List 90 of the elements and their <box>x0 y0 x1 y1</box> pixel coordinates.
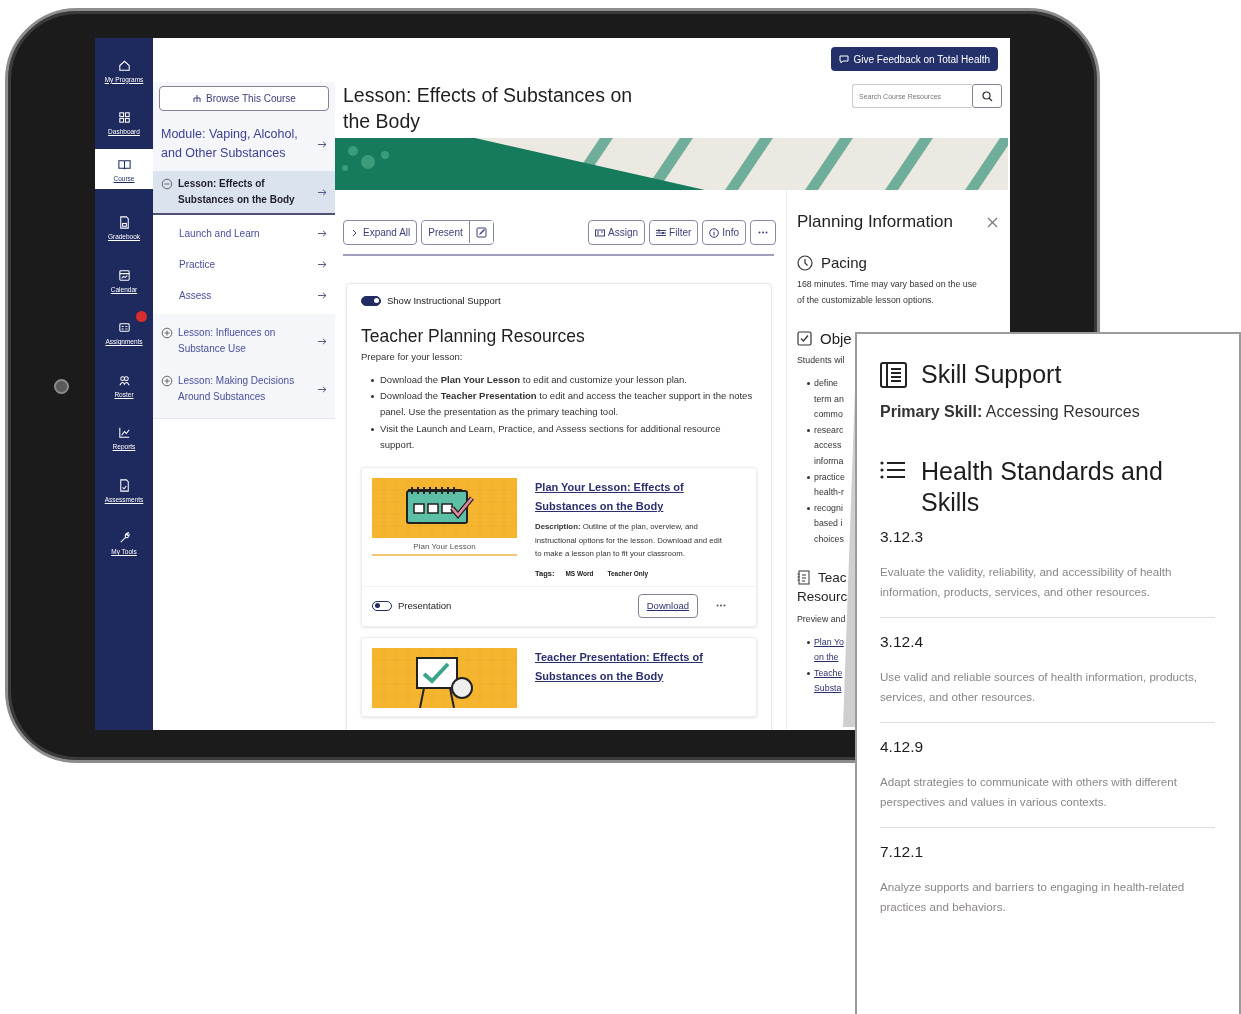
dots-icon <box>716 604 726 607</box>
section-heading: Pacing <box>821 254 867 271</box>
tree-icon <box>192 94 203 103</box>
lesson-item[interactable]: Lesson: Effects of Substances on the Body <box>153 171 335 215</box>
section-heading: Teacher Planning Resources <box>361 326 586 347</box>
toggle-label: Show Instructional Support <box>387 295 501 306</box>
download-button[interactable]: Download <box>637 593 698 618</box>
browse-course-button[interactable]: Browse This Course <box>159 86 329 111</box>
section-link[interactable]: Assess <box>153 280 335 311</box>
callout-heading: Health Standards and Skills <box>921 456 1164 518</box>
toolbar-button[interactable]: Info <box>702 220 746 245</box>
bullet-icon <box>807 506 810 510</box>
standard-code: 3.12.3 <box>880 527 925 546</box>
bullet-icon <box>371 427 374 431</box>
lesson-item[interactable]: Lesson: Making Decisions Around Substances <box>153 368 335 410</box>
intro-text: Prepare for your lesson: <box>361 351 464 362</box>
checkbox-icon <box>797 331 812 346</box>
objective-text: recogni based i choices <box>814 501 844 546</box>
standard-text: Use valid and reliable sources of health information, products, services, and other resources. <box>880 667 1215 723</box>
standard-code: 3.12.4 <box>880 632 925 651</box>
arrow-icon <box>318 140 327 148</box>
search-button[interactable] <box>972 84 1002 108</box>
nav-icon <box>116 425 132 441</box>
standard-code: 7.12.1 <box>880 842 925 861</box>
arrow-icon <box>318 188 327 196</box>
close-icon[interactable] <box>987 216 998 228</box>
notebook-icon <box>797 569 810 585</box>
toggle-label: Presentation <box>398 600 452 611</box>
panel-title: Planning Information <box>797 212 953 232</box>
panel-icon <box>880 361 907 388</box>
arrow-icon <box>318 337 327 345</box>
toolbar-button[interactable]: Assign <box>588 220 646 245</box>
edit-button[interactable] <box>468 221 493 243</box>
standard-code: 4.12.9 <box>880 737 925 756</box>
toolbar-button[interactable]: Expand All <box>343 220 418 245</box>
arrow-icon <box>318 261 327 268</box>
nav-icon <box>116 57 132 73</box>
bullet-icon <box>371 379 374 382</box>
list-icon <box>880 460 907 480</box>
bullet-icon <box>807 640 810 644</box>
resource-link[interactable]: Teache Substa <box>814 665 843 697</box>
nav-icon <box>116 110 132 126</box>
lesson-item[interactable]: Lesson: Influences on Substance Use <box>153 320 335 362</box>
resources-text: Preview and <box>797 612 847 626</box>
toolbar-button[interactable]: Filter <box>649 220 699 245</box>
nav-icon <box>116 267 132 283</box>
standard-text: Analyze supports and barriers to engaging in health-related practices and behaviors. <box>880 879 1186 915</box>
dots-icon <box>758 231 768 234</box>
pencil-icon <box>475 226 487 238</box>
expand-icon <box>161 375 173 387</box>
bullet-text: Download the Plan Your Lesson to edit and customize your lesson plan. <box>380 373 687 387</box>
more-button[interactable] <box>750 220 776 245</box>
resource-link[interactable]: Teacher Presentation: Effects of Substances on the Body <box>535 647 710 686</box>
resource-link[interactable]: Plan Your Lesson: Effects of Substances on the Body <box>535 478 710 516</box>
thumbnail-caption: Plan Your Lesson <box>372 538 517 556</box>
bullet-icon <box>807 382 810 385</box>
standard-text: Adapt strategies to communicate with others with different perspectives and values in various contexts. <box>880 772 1215 828</box>
clock-icon <box>797 254 813 271</box>
bullet-icon <box>807 671 810 675</box>
expand-icon <box>161 327 173 339</box>
info-icon <box>709 227 720 238</box>
objectives-text: Students wil <box>797 354 846 367</box>
primary-skill-text: Primary Skill: Accessing Resources <box>880 403 1141 421</box>
bullet-icon <box>371 395 374 399</box>
section-link[interactable]: Launch and Learn <box>153 218 335 249</box>
resource-link[interactable]: Plan Yo on the <box>814 634 844 666</box>
bullet-text: Download the Teacher Presentation to edit and access the teacher support in the notes panel. Use the presentation as the primary teaching tool. <box>380 389 754 420</box>
card-icon <box>595 227 606 238</box>
feedback-button[interactable]: Give Feedback on Total Health <box>831 47 998 71</box>
collapse-icon <box>161 178 173 190</box>
section-heading: Teac <box>818 568 847 587</box>
section-heading: Resourc <box>797 588 848 604</box>
bullet-icon <box>807 475 810 479</box>
section-link[interactable]: Practice <box>153 249 335 280</box>
standard-text: Evaluate the validity, reliability, and accessibility of health information, products, services, and other resources. <box>880 562 1215 618</box>
arrow-icon <box>318 230 327 237</box>
search-icon <box>981 90 993 102</box>
pacing-text: 168 minutes. Time may vary based on the use of the customizable lesson options. <box>797 278 978 307</box>
bullet-text: Visit the Launch and Learn, Practice, and Assess sections for additional resource support. <box>380 421 722 452</box>
sliders-icon <box>656 227 667 238</box>
toggle-switch[interactable] <box>372 600 392 611</box>
section-heading: Obje <box>820 330 852 347</box>
arrow-icon <box>318 385 327 393</box>
module-link[interactable]: Module: Vaping, Alcohol, and Other Substances <box>153 111 335 171</box>
chat-icon <box>839 54 850 64</box>
bullet-icon <box>807 428 810 432</box>
lesson-title: Lesson: Effects of Substances on the Body <box>343 83 634 134</box>
arrow-icon <box>318 292 327 299</box>
toggle-switch[interactable] <box>361 295 381 306</box>
callout-heading: Skill Support <box>921 359 1062 390</box>
